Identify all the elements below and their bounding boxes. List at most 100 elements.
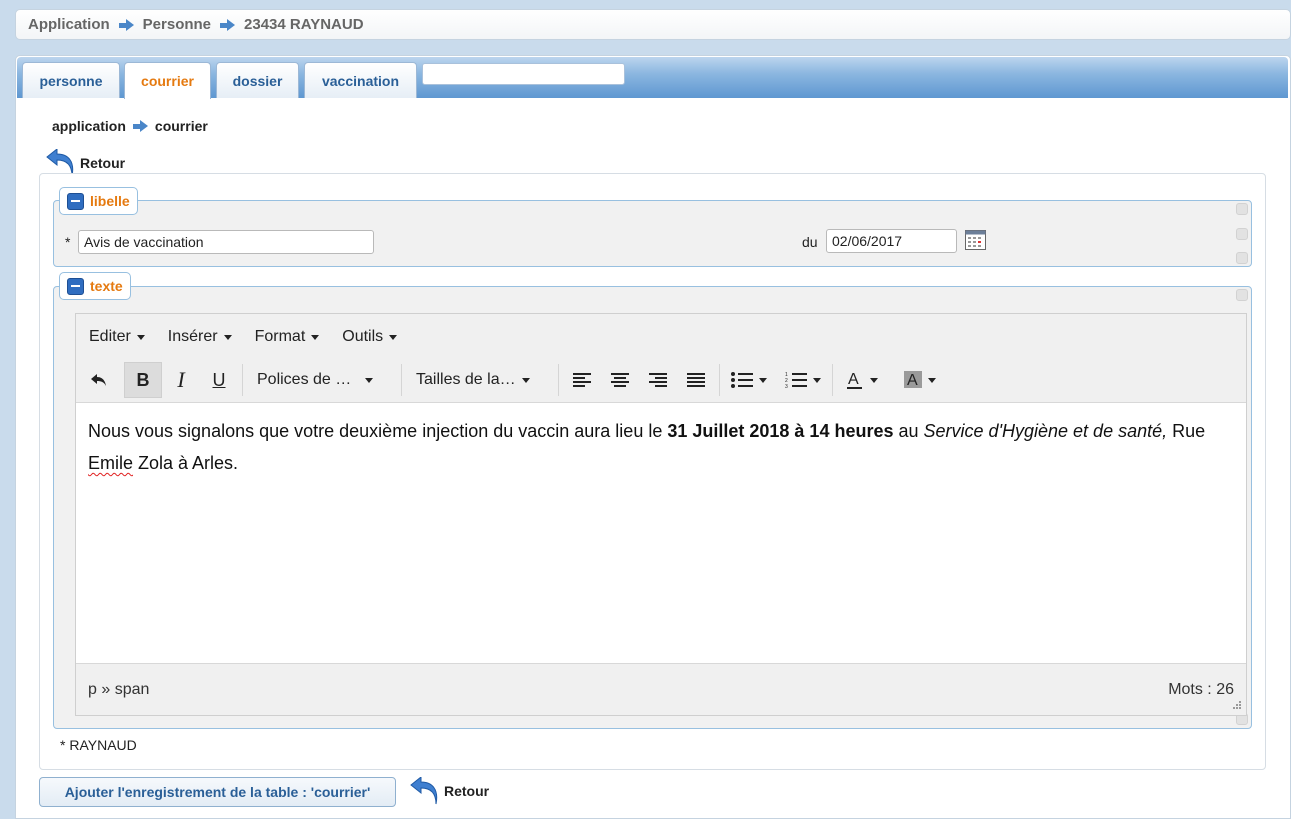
word-count: Mots : 26	[1168, 681, 1234, 698]
caret-down-icon	[365, 377, 374, 383]
bullet-list-icon	[731, 372, 753, 388]
undo-button[interactable]	[80, 362, 118, 398]
editor-menubar: Editer Insérer Format Outils	[76, 318, 407, 356]
menu-inserer[interactable]: Insérer	[168, 328, 232, 346]
misspelled-word: Emile	[88, 453, 134, 473]
bullet-list-button[interactable]	[724, 362, 774, 398]
italic-button[interactable]: I	[162, 362, 200, 398]
text-color-button[interactable]: A	[837, 362, 887, 398]
caret-down-icon	[223, 334, 232, 340]
align-center-icon	[611, 373, 629, 387]
back-arrow-icon	[410, 777, 438, 805]
tab-search-input[interactable]	[422, 63, 625, 85]
resize-grip-icon[interactable]	[1230, 700, 1242, 712]
italic-label: I	[177, 367, 185, 392]
align-left-button[interactable]	[563, 362, 601, 398]
numbered-list-button[interactable]: 123	[778, 362, 828, 398]
svg-text:A: A	[907, 372, 918, 389]
menu-editer[interactable]: Editer	[89, 328, 145, 346]
text-color-icon: A	[847, 371, 862, 389]
numbered-list-icon: 123	[785, 372, 807, 389]
tab-dossier[interactable]: dossier	[216, 62, 299, 98]
align-right-button[interactable]	[639, 362, 677, 398]
tab-vaccination[interactable]: vaccination	[304, 62, 417, 98]
content-text: au	[893, 421, 924, 441]
caret-down-icon	[521, 377, 530, 383]
date-input[interactable]	[826, 229, 957, 253]
caret-down-icon	[813, 377, 821, 383]
toolbar-separator	[401, 364, 402, 396]
breadcrumb-application[interactable]: Application	[28, 16, 110, 33]
element-path[interactable]: p » span	[88, 681, 149, 699]
add-record-button[interactable]: Ajouter l'enregistrement de la table : '…	[39, 777, 396, 807]
font-family-select[interactable]: Polices de …	[247, 371, 397, 389]
svg-text:A: A	[848, 371, 859, 388]
bold-label: B	[136, 369, 150, 390]
tab-courrier[interactable]: courrier	[124, 62, 211, 99]
underline-label: U	[212, 369, 226, 390]
scroll-handle	[1236, 289, 1248, 301]
arrow-right-icon	[118, 18, 134, 31]
tab-label: personne	[39, 72, 103, 89]
underline-button[interactable]: U	[200, 362, 238, 398]
align-right-icon	[649, 373, 667, 387]
align-justify-icon	[687, 373, 705, 387]
editor-content[interactable]: Nous vous signalons que votre deuxième i…	[76, 402, 1246, 664]
caret-down-icon	[928, 377, 936, 383]
editor-statusbar: p » span Mots : 26	[76, 665, 1246, 715]
caret-down-icon	[311, 334, 320, 340]
font-size-select[interactable]: Tailles de la…	[406, 371, 554, 389]
content-bold-text: 31 Juillet 2018 à 14 heures	[667, 421, 894, 441]
menu-label: Format	[254, 328, 306, 345]
breadcrumb-record: 23434 RAYNAUD	[244, 16, 364, 33]
required-field-note: * RAYNAUD	[60, 737, 137, 753]
toolbar-separator	[719, 364, 720, 396]
tab-personne[interactable]: personne	[22, 62, 120, 98]
sub-breadcrumb-application[interactable]: application	[52, 118, 126, 134]
legend-label: texte	[90, 278, 123, 294]
toolbar-separator	[558, 364, 559, 396]
libelle-input[interactable]	[78, 230, 374, 254]
font-size-label: Tailles de la…	[416, 371, 516, 388]
scroll-handle	[1236, 252, 1248, 264]
caret-down-icon	[870, 377, 878, 383]
legend-label: libelle	[90, 193, 130, 209]
toolbar-separator	[242, 364, 243, 396]
collapse-minus-icon[interactable]	[67, 277, 84, 295]
arrow-right-icon	[220, 18, 236, 31]
align-justify-button[interactable]	[677, 362, 715, 398]
breadcrumb: Application Personne 23434 RAYNAUD	[15, 9, 1291, 40]
arrow-right-icon	[132, 120, 148, 132]
highlight-color-icon: A	[904, 371, 922, 389]
toolbar-separator	[832, 364, 833, 396]
menu-outils[interactable]: Outils	[342, 328, 398, 346]
caret-down-icon	[389, 334, 398, 340]
content-text: Nous vous signalons que votre deuxième i…	[88, 421, 668, 441]
retour-link-bottom[interactable]: Retour	[410, 777, 489, 805]
align-center-button[interactable]	[601, 362, 639, 398]
required-mark: *	[65, 234, 71, 250]
content-text: Zola à Arles.	[133, 453, 239, 473]
add-record-label: Ajouter l'enregistrement de la table : '…	[64, 784, 371, 800]
editor-toolbar: B I U Polices de … Tailles de la… 123 A …	[76, 359, 945, 401]
highlight-color-button[interactable]: A	[895, 362, 945, 398]
caret-down-icon	[136, 334, 145, 340]
breadcrumb-personne[interactable]: Personne	[143, 16, 211, 33]
content-text: Rue	[1167, 421, 1206, 441]
calendar-icon[interactable]	[965, 230, 986, 250]
tab-label: vaccination	[321, 72, 400, 89]
collapse-minus-icon[interactable]	[67, 192, 84, 210]
font-family-label: Polices de …	[257, 371, 352, 388]
menu-format[interactable]: Format	[255, 328, 320, 346]
tab-label: dossier	[232, 72, 283, 89]
undo-icon	[91, 374, 106, 386]
legend-texte[interactable]: texte	[59, 272, 131, 300]
date-label: du	[802, 234, 818, 250]
align-left-icon	[573, 373, 591, 387]
legend-libelle[interactable]: libelle	[59, 187, 138, 215]
retour-label: Retour	[80, 155, 126, 171]
menu-label: Editer	[89, 328, 131, 345]
menu-label: Outils	[342, 328, 384, 345]
bold-button[interactable]: B	[124, 362, 162, 398]
svg-text:3: 3	[785, 384, 788, 389]
